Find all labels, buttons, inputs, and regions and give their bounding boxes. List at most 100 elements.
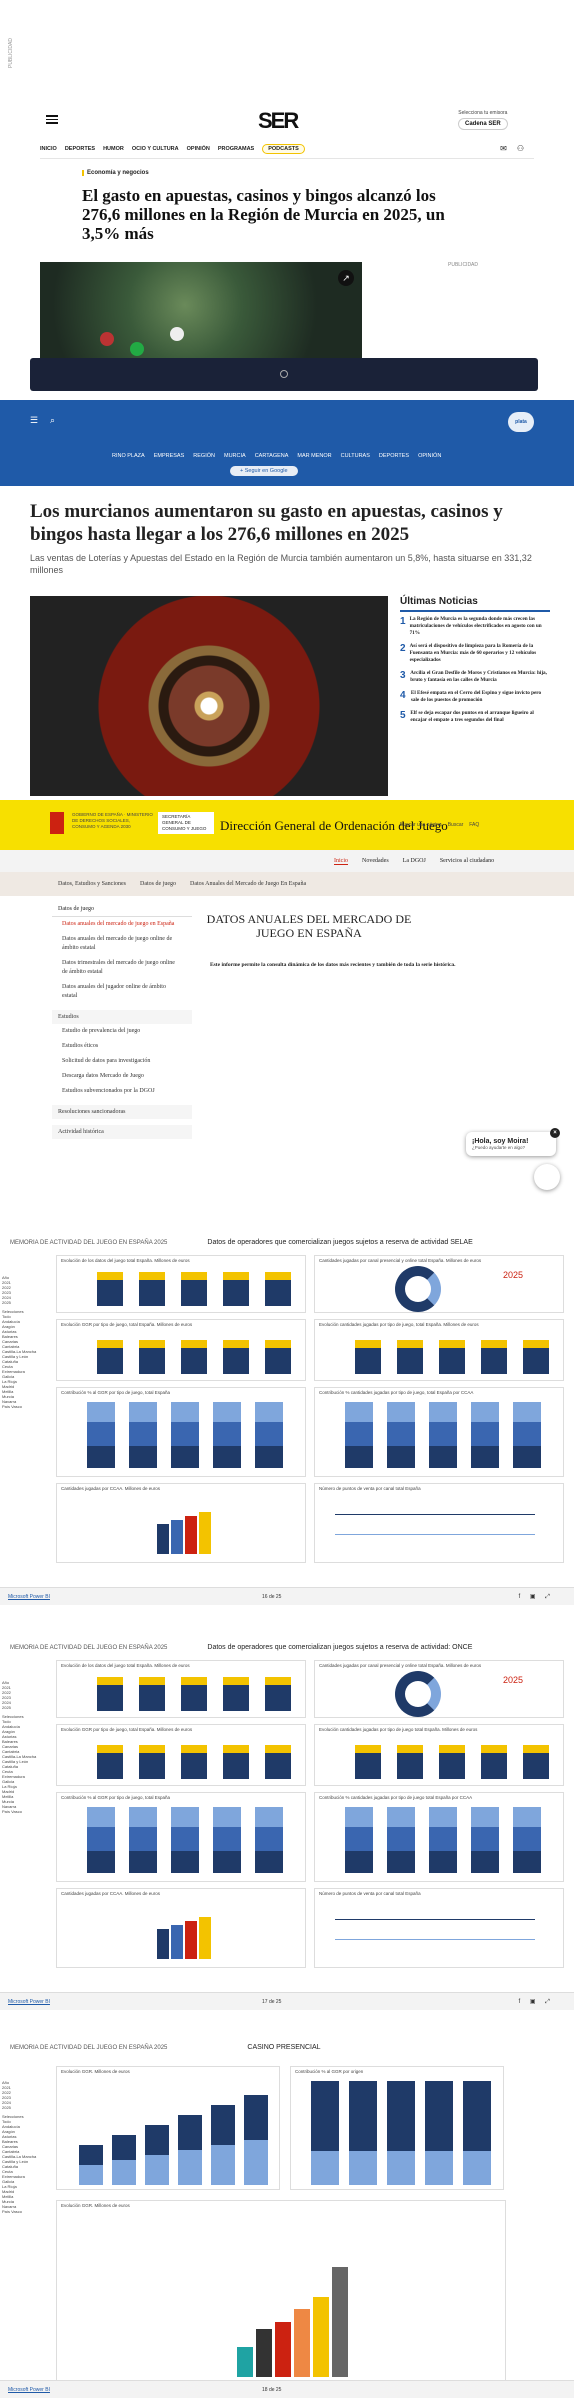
chatbot-avatar-icon[interactable] <box>534 1164 560 1190</box>
article-kicker[interactable]: Economía y negocios <box>82 170 149 176</box>
menu-item[interactable]: RINO PLAZA <box>112 453 145 459</box>
powerbi-link[interactable]: Microsoft Power BI <box>8 2387 50 2393</box>
slicer-year-option[interactable]: 2025 <box>2 1705 42 1710</box>
search-icon[interactable]: ⌕ <box>50 415 55 426</box>
latest-news-item[interactable]: 4 El Efesé empata en el Cerro del Espino … <box>400 690 550 704</box>
side-item[interactable]: Estudios subvencionados por la DGOJ <box>52 1084 192 1099</box>
side-item[interactable]: Estudios éticos <box>52 1039 192 1054</box>
slicer-ccaa-option[interactable]: País Vasco <box>2 2209 42 2214</box>
share-tools-icon[interactable]: f ▣ ⤢ <box>519 1998 554 2006</box>
user-icon[interactable]: ⚇ <box>517 144 524 153</box>
page-indicator[interactable]: 18 de 25 <box>262 2387 281 2393</box>
latest-news-text[interactable]: La Región de Murcia es la segunda donde … <box>410 616 550 637</box>
latest-news-item[interactable]: 3 Arcilia el Gran Desfile de Moros y Cris… <box>400 670 550 684</box>
side-item[interactable]: Datos trimestrales del mercado de juego … <box>52 956 192 980</box>
chart-panel[interactable]: Cantidades jugadas por canal presencial … <box>314 1660 564 1718</box>
chart-panel[interactable]: Cantidades jugadas por canal presencial … <box>314 1255 564 1313</box>
latest-news-text[interactable]: Elf se deja escapar dos puntos en el arr… <box>410 710 550 724</box>
side-item[interactable]: Datos anuales del jugador online de ámbi… <box>52 980 192 1004</box>
audio-player[interactable] <box>30 358 538 391</box>
ser-logo[interactable]: SER <box>258 108 299 134</box>
chart-panel[interactable]: Contribución % al GGR por tipo de juego,… <box>56 1792 306 1882</box>
chart-panel[interactable]: Evolución GGR por tipo de juego, total E… <box>56 1319 306 1381</box>
powerbi-link[interactable]: Microsoft Power BI <box>8 1594 50 1600</box>
nav-inicio[interactable]: INICIO <box>40 146 57 152</box>
chart-panel[interactable]: Contribución % cantidades jugadas por ti… <box>314 1387 564 1477</box>
chatbot-bubble[interactable]: × ¡Hola, soy Moira! ¿Puedo ayudarte en a… <box>466 1128 560 1156</box>
chart-bar <box>332 2267 348 2377</box>
nav-ocio[interactable]: OCIO Y CULTURA <box>132 146 179 152</box>
nav-humor[interactable]: HUMOR <box>103 146 124 152</box>
chart-panel[interactable]: Evolución de los datos del juego total E… <box>56 1255 306 1313</box>
hamburger-menu-icon[interactable] <box>46 113 58 126</box>
tab-dgoj[interactable]: La DGOJ <box>403 858 426 864</box>
nav-opinion[interactable]: OPINIÓN <box>187 146 210 152</box>
nav-podcasts[interactable]: PODCASTS <box>262 144 305 154</box>
tab-novedades[interactable]: Novedades <box>362 858 389 864</box>
chart-panel[interactable]: Número de puntos de venta por canal tota… <box>314 1888 564 1968</box>
chart-panel[interactable]: Evolución cantidades jugadas por tipo de… <box>314 1724 564 1786</box>
latest-news-item[interactable]: 5 Elf se deja escapar dos puntos en el ar… <box>400 710 550 724</box>
side-menu-heading[interactable]: Datos de juego <box>52 902 192 917</box>
chart-panel[interactable]: Evolución cantidades jugadas por tipo de… <box>314 1319 564 1381</box>
latest-news-text[interactable]: Así será el dispositivo de limpieza para… <box>410 643 550 664</box>
share-tools-icon[interactable]: f ▣ ⤢ <box>519 1593 554 1601</box>
menu-icon[interactable]: ☰ <box>30 415 38 426</box>
close-icon[interactable]: × <box>550 1128 560 1138</box>
menu-item[interactable]: CARTAGENA <box>255 453 289 459</box>
chart-panel[interactable]: Cantidades jugadas por CCAA. Millones de… <box>56 1483 306 1563</box>
chart-panel[interactable]: Evolución GGR por tipo de juego, total E… <box>56 1724 306 1786</box>
chart-panel[interactable]: Contribución % al GGR por origen <box>290 2066 504 2190</box>
latest-news-item[interactable]: 1 La Región de Murcia es la segunda donde… <box>400 616 550 637</box>
side-item[interactable]: Descarga datos Mercado de Juego <box>52 1069 192 1084</box>
slicer-year-option[interactable]: 2025 <box>2 1300 42 1305</box>
side-group-estudios[interactable]: Estudios <box>52 1010 192 1024</box>
menu-item[interactable]: MAR MENOR <box>297 453 331 459</box>
faq-link[interactable]: FAQ <box>469 822 479 828</box>
chart-bar <box>265 1340 291 1348</box>
slicer-ccaa-option[interactable]: País Vasco <box>2 1809 42 1814</box>
breadcrumb-item[interactable]: Datos de juego <box>140 881 176 896</box>
page-indicator[interactable]: 16 de 25 <box>262 1594 281 1600</box>
chart-panel[interactable]: Cantidades jugadas por CCAA. Millones de… <box>56 1888 306 1968</box>
chart-panel[interactable]: Contribución % al GGR por tipo de juego,… <box>56 1387 306 1477</box>
breadcrumb-item[interactable]: Datos, Estudios y Sanciones <box>58 881 126 896</box>
chart-panel[interactable]: Contribución % cantidades jugadas por ti… <box>314 1792 564 1882</box>
menu-item[interactable]: CULTURAS <box>341 453 370 459</box>
menu-item[interactable]: MURCIA <box>224 453 246 459</box>
side-item-active[interactable]: Datos anuales del mercado de juego en Es… <box>52 917 192 932</box>
station-select[interactable]: Cadena SER <box>458 118 508 130</box>
menu-item[interactable]: REGIÓN <box>193 453 215 459</box>
chart-panel[interactable]: Evolución GGR. Millones de euros <box>56 2066 280 2190</box>
nav-deportes[interactable]: DEPORTES <box>65 146 95 152</box>
follow-google-button[interactable]: + Seguir en Google <box>230 466 298 476</box>
side-item[interactable]: Estudio de prevalencia del juego <box>52 1024 192 1039</box>
slicer-ccaa-option[interactable]: País Vasco <box>2 1404 42 1409</box>
latest-news-text[interactable]: El Efesé empata en el Cerro del Espino y… <box>411 690 550 704</box>
side-item[interactable]: Solicitud de datos para investigación <box>52 1054 192 1069</box>
side-group-resoluciones[interactable]: Resoluciones sancionadoras <box>52 1105 192 1119</box>
side-group-historica[interactable]: Actividad histórica <box>52 1125 192 1139</box>
station-selector[interactable]: Selecciona tu emisora Cadena SER <box>458 110 508 130</box>
share-icon[interactable]: ↗ <box>338 270 354 286</box>
mail-icon[interactable]: ✉ <box>500 144 507 153</box>
chart-panel[interactable]: Número de puntos de venta por canal tota… <box>314 1483 564 1563</box>
search-link[interactable]: Buscar <box>448 822 464 828</box>
menu-item[interactable]: DEPORTES <box>379 453 409 459</box>
latest-news-text[interactable]: Arcilia el Gran Desfile de Moros y Crist… <box>410 670 550 684</box>
chart-panel[interactable]: Evolución GGR. Millones de euros <box>56 2200 506 2386</box>
menu-item[interactable]: EMPRESAS <box>154 453 185 459</box>
side-item[interactable]: Datos anuales del mercado de juego onlin… <box>52 932 192 956</box>
player-indicator-icon[interactable] <box>280 370 288 378</box>
menu-item[interactable]: OPINIÓN <box>418 453 441 459</box>
chart-panel[interactable]: Evolución de los datos del juego total E… <box>56 1660 306 1718</box>
page-indicator[interactable]: 17 de 25 <box>262 1999 281 2005</box>
latest-news-item[interactable]: 2 Así será el dispositivo de limpieza par… <box>400 643 550 664</box>
nav-programas[interactable]: PROGRAMAS <box>218 146 254 152</box>
search-page-link[interactable]: Buscar una página <box>400 822 442 828</box>
slicer-year-option[interactable]: 2025 <box>2 2105 42 2110</box>
powerbi-link[interactable]: Microsoft Power BI <box>8 1999 50 2005</box>
tab-servicios[interactable]: Servicios al ciudadano <box>440 858 494 864</box>
plata-badge[interactable]: plata <box>508 412 534 432</box>
tab-inicio[interactable]: Inicio <box>334 858 348 865</box>
